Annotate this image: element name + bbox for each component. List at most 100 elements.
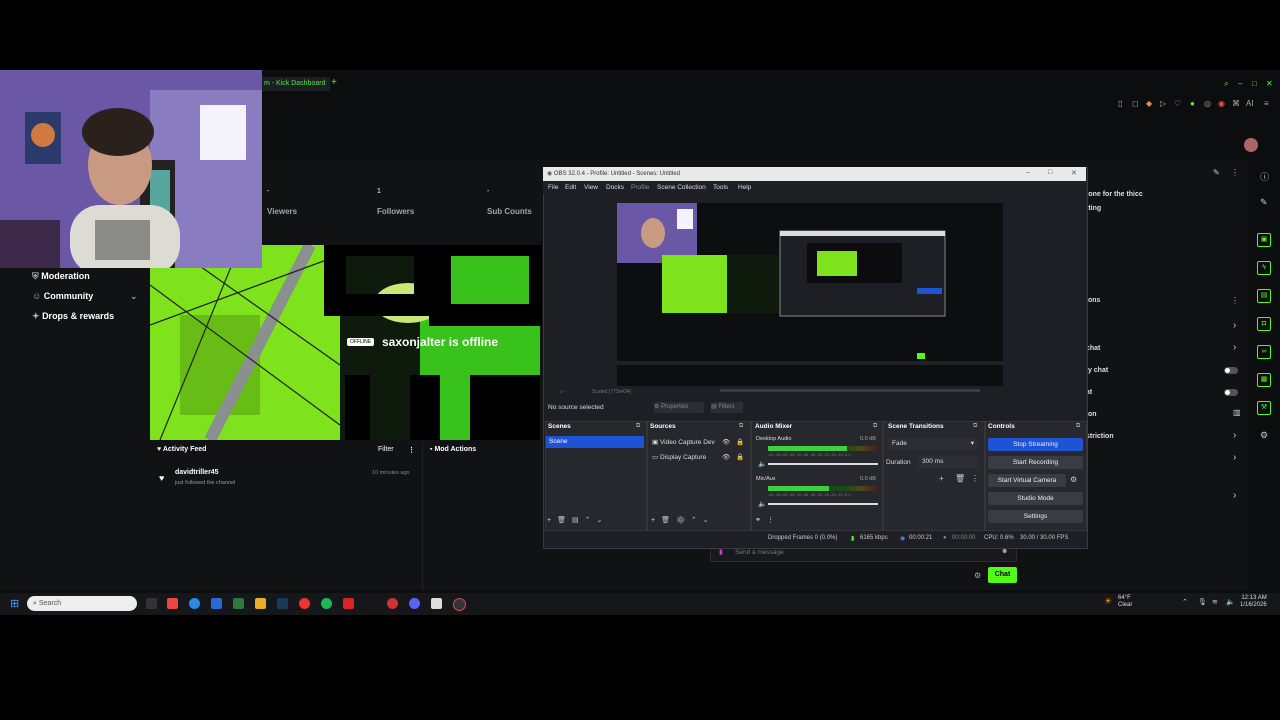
menu-docks[interactable]: Docks <box>606 184 624 191</box>
speaker-icon[interactable]: 🔈 <box>758 460 767 468</box>
scenes-toolbar[interactable]: +🗑▤⌃⌄ <box>547 516 608 524</box>
link-icon[interactable]: ∞ <box>1257 345 1271 359</box>
ai-icon[interactable]: AI <box>1246 99 1254 108</box>
filters-button[interactable]: ▤ Filters <box>711 402 743 413</box>
emoji-icon[interactable]: ☻ <box>1001 548 1008 555</box>
duration-spinbox[interactable]: 300 ms <box>918 456 978 468</box>
new-tab-button[interactable]: + <box>331 77 337 88</box>
extension-icon[interactable]: ◉ <box>1218 99 1225 108</box>
app-icon[interactable] <box>211 598 222 609</box>
wifi-icon[interactable]: ≋ <box>1212 598 1218 606</box>
chart-icon[interactable]: ▥ <box>1233 408 1241 417</box>
menu-icon[interactable]: ≡ <box>1264 99 1269 108</box>
chat-send-button[interactable]: Chat <box>988 567 1017 583</box>
app-icon[interactable] <box>431 598 442 609</box>
sidebar-item-drops-rewards[interactable]: ✦ Drops & rewards <box>32 311 114 322</box>
edge-icon[interactable] <box>189 598 200 609</box>
volume-icon[interactable]: 🔈 <box>1226 598 1235 606</box>
mixer-toolbar[interactable]: ⚭⋮ <box>755 516 780 524</box>
start-virtual-camera-button[interactable]: Start Virtual Camera <box>988 474 1066 487</box>
eye-icon[interactable]: 👁 <box>722 438 730 446</box>
steam-icon[interactable] <box>277 598 288 609</box>
play-icon[interactable]: ▷ <box>1160 99 1166 108</box>
task-view-icon[interactable] <box>146 598 157 609</box>
app-icon[interactable] <box>167 598 178 609</box>
brave-shield-icon[interactable]: ◆ <box>1146 99 1152 108</box>
gear-icon[interactable]: ⚙ <box>1260 430 1268 441</box>
more-options-icon[interactable]: ⋮ <box>1231 168 1239 177</box>
obs-preview-canvas[interactable] <box>617 203 1003 386</box>
start-recording-button[interactable]: Start Recording <box>988 456 1083 469</box>
weather-widget[interactable]: 64°F Clear <box>1118 595 1132 609</box>
add-icon[interactable]: + <box>939 474 944 483</box>
menu-edit[interactable]: Edit <box>565 184 576 191</box>
dock-options-icon[interactable]: ⧉ <box>1076 423 1080 430</box>
volume-slider[interactable] <box>768 463 878 465</box>
file-explorer-icon[interactable] <box>255 598 266 609</box>
transition-select[interactable]: Fade ▾ <box>888 438 978 450</box>
feed-item-user[interactable]: davidtriller45 <box>175 469 219 476</box>
edit-icon[interactable]: ✎ <box>1260 197 1268 208</box>
menu-view[interactable]: View <box>584 184 598 191</box>
chevron-up-icon[interactable]: ⌃ <box>1182 598 1188 606</box>
settings-button[interactable]: Settings <box>988 510 1083 523</box>
trash-icon[interactable]: 🗑 <box>955 474 965 483</box>
volume-slider[interactable] <box>768 503 878 505</box>
clipboard-icon[interactable]: ▤ <box>1257 289 1271 303</box>
spotify-icon[interactable] <box>321 598 332 609</box>
maximize-icon[interactable]: □ <box>1252 79 1257 88</box>
heart-icon[interactable]: ♡ <box>1174 99 1181 108</box>
taskbar-search-input[interactable]: ⌕ Search <box>27 596 137 611</box>
toggle-switch[interactable] <box>1224 389 1238 396</box>
maximize-icon[interactable]: □ <box>1048 169 1052 176</box>
gear-icon[interactable]: ⚙ <box>974 571 981 580</box>
more-options-icon[interactable]: ⋮ <box>1231 296 1239 305</box>
menu-file[interactable]: File <box>548 184 558 191</box>
extension-icon[interactable]: ◎ <box>1204 99 1211 108</box>
lock-icon[interactable]: 🔒 <box>736 438 744 446</box>
close-icon[interactable]: ✕ <box>1266 79 1273 88</box>
browser-tab-kick-dashboard[interactable]: m - Kick Dashboard <box>262 77 330 91</box>
lock-icon[interactable]: 🔒 <box>736 453 744 461</box>
gear-icon[interactable]: ⚙ <box>1070 475 1077 484</box>
stop-streaming-button[interactable]: Stop Streaming <box>988 438 1083 451</box>
extension-icon[interactable]: ● <box>1190 99 1195 108</box>
studio-mode-button[interactable]: Studio Mode <box>988 492 1083 505</box>
extension-icon[interactable]: ▯ <box>1118 99 1122 108</box>
eye-icon[interactable]: 👁 <box>722 453 730 461</box>
app-icon[interactable] <box>233 598 244 609</box>
sidebar-item-community[interactable]: ☺ Community <box>32 291 93 301</box>
puzzle-icon[interactable]: ⌘ <box>1232 99 1240 108</box>
taskbar-clock[interactable]: 12:13 AM 1/16/2026 <box>1240 595 1267 609</box>
more-options-icon[interactable]: ⋮ <box>971 474 979 483</box>
lightning-icon[interactable]: ϟ <box>1257 261 1271 275</box>
opera-icon[interactable] <box>387 598 398 609</box>
source-item[interactable]: ▭ Display Capture <box>652 453 706 461</box>
properties-button[interactable]: ⚙ Properties <box>654 402 704 413</box>
menu-scene-collection[interactable]: Scene Collection <box>657 184 706 191</box>
windows-start-icon[interactable]: ⊞ <box>10 597 19 610</box>
discord-icon[interactable] <box>409 598 420 609</box>
minimize-icon[interactable]: – <box>1026 169 1030 176</box>
sidebar-item-moderation[interactable]: ⛨ Moderation <box>32 271 90 282</box>
sources-toolbar[interactable]: +🗑⚙⌃⌄ <box>651 516 715 524</box>
chat-icon[interactable]: ◘ <box>1257 317 1271 331</box>
menu-tools[interactable]: Tools <box>713 184 728 191</box>
dock-options-icon[interactable]: ⧉ <box>739 423 743 430</box>
dock-options-icon[interactable]: ⧉ <box>873 423 877 430</box>
scene-item[interactable]: Scene <box>546 436 644 448</box>
grid-icon[interactable]: ▦ <box>1257 373 1271 387</box>
app-icon[interactable] <box>343 598 354 609</box>
speaker-icon[interactable]: 🔈 <box>758 500 767 508</box>
horizontal-scrollbar[interactable] <box>720 389 980 392</box>
menu-profile[interactable]: Profile <box>631 184 649 191</box>
menu-help[interactable]: Help <box>738 184 751 191</box>
obs-taskbar-icon[interactable] <box>453 598 466 611</box>
edit-icon[interactable]: ✎ <box>1213 168 1220 177</box>
chevron-right-icon[interactable]: › <box>1233 320 1236 331</box>
dock-options-icon[interactable]: ⧉ <box>973 423 977 430</box>
avatar[interactable] <box>1244 138 1258 152</box>
search-tabs-icon[interactable]: ⌕ <box>1224 79 1228 89</box>
widget-icon[interactable]: ▣ <box>1257 233 1271 247</box>
chevron-down-icon[interactable]: ⌄ <box>130 291 138 302</box>
